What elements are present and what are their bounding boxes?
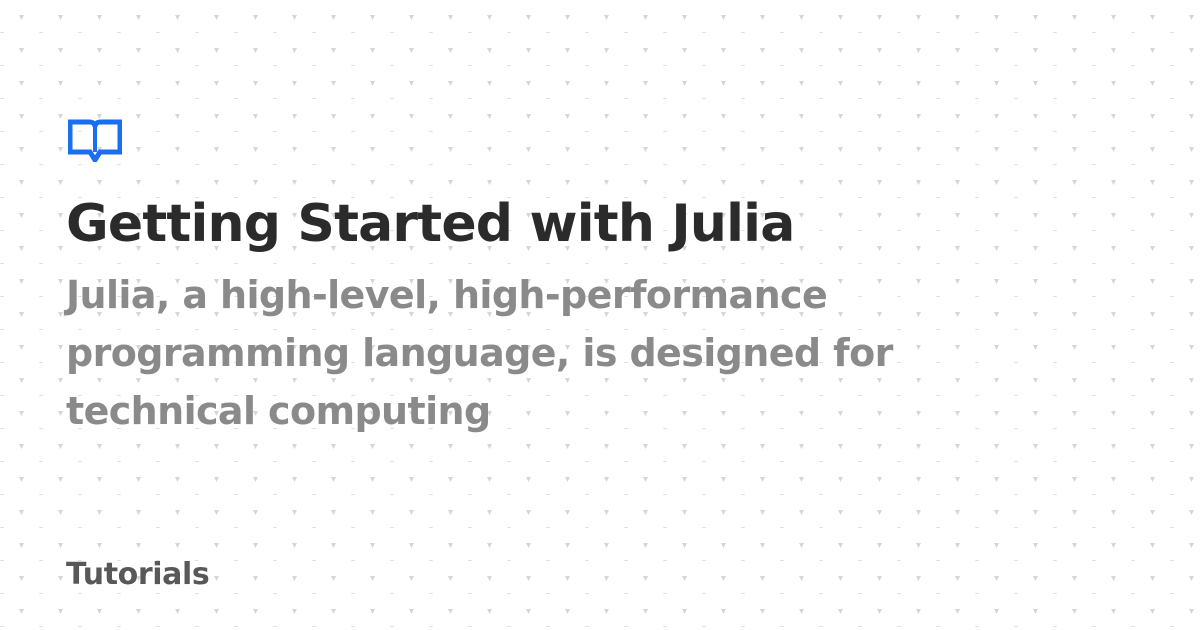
book-icon xyxy=(68,119,122,162)
page-title: Getting Started with Julia xyxy=(66,194,795,254)
page-description: Julia, a high-level, high-performance pr… xyxy=(66,273,893,433)
social-card: Getting Started with Julia Julia, a high… xyxy=(0,0,1200,630)
category-label: Tutorials xyxy=(66,557,210,592)
